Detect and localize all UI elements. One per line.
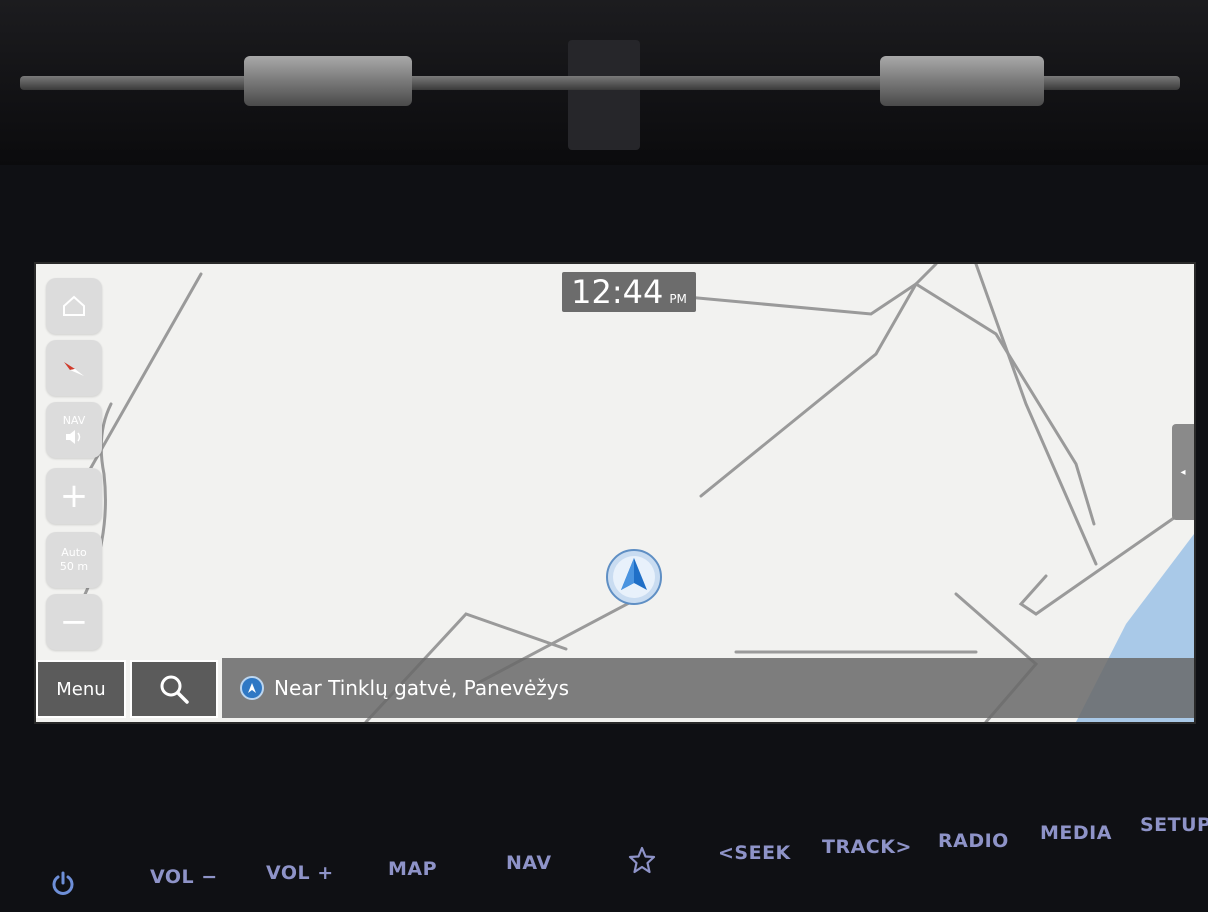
home-icon xyxy=(63,295,85,316)
road xyxy=(699,264,938,498)
zoom-in-label: + xyxy=(59,476,89,516)
star-icon[interactable] xyxy=(628,846,656,874)
menu-button[interactable]: Menu xyxy=(36,660,126,718)
power-icon[interactable] xyxy=(50,870,76,896)
zoom-level-display[interactable]: Auto 50 m xyxy=(46,532,102,588)
radio-key[interactable]: RADIO xyxy=(938,830,1009,852)
search-icon xyxy=(160,675,189,704)
dashboard-vent xyxy=(0,0,1208,165)
nav-key[interactable]: NAV xyxy=(506,852,552,874)
clock-time: 12:44 xyxy=(571,273,664,311)
vent-clip-right[interactable] xyxy=(880,56,1044,106)
media-key[interactable]: MEDIA xyxy=(1040,822,1112,844)
navigation-screen: 12:44 PM NAV + Auto 50 m − ◂ Menu Near T… xyxy=(34,262,1196,724)
zoom-scale-label: 50 m xyxy=(59,560,89,573)
compass-button[interactable] xyxy=(46,340,102,396)
side-panel-toggle[interactable]: ◂ xyxy=(1172,424,1194,520)
nav-volume-label: NAV xyxy=(62,414,86,427)
nav-volume-button[interactable]: NAV xyxy=(46,402,102,458)
vent-center-mount xyxy=(568,40,640,150)
chevron-left-icon: ◂ xyxy=(1180,466,1186,478)
search-button[interactable] xyxy=(130,660,218,718)
location-arrow-icon xyxy=(240,676,264,700)
vol-up-key[interactable]: VOL + xyxy=(266,862,334,884)
vent-clip-left[interactable] xyxy=(244,56,412,106)
current-location-bar[interactable]: Near Tinklų gatvė, Panevėžys xyxy=(222,658,1194,718)
track-key[interactable]: TRACK> xyxy=(822,836,912,858)
map-key[interactable]: MAP xyxy=(388,858,437,880)
clock-display: 12:44 PM xyxy=(562,272,696,312)
zoom-in-button[interactable]: + xyxy=(46,468,102,524)
hard-key-panel: VOL − VOL + MAP NAV <SEEK TRACK> RADIO M… xyxy=(0,790,1208,912)
seek-key[interactable]: <SEEK xyxy=(718,842,791,864)
setup-key[interactable]: SETUP xyxy=(1140,814,1208,836)
road xyxy=(674,282,918,316)
zoom-out-label: − xyxy=(59,602,89,642)
road xyxy=(914,282,1096,526)
speaker-icon xyxy=(66,430,81,444)
vol-down-key[interactable]: VOL − xyxy=(150,866,218,888)
home-button[interactable] xyxy=(46,278,102,334)
current-location-text: Near Tinklų gatvė, Panevėžys xyxy=(274,676,570,700)
vehicle-position-icon xyxy=(606,549,662,605)
road xyxy=(974,264,1098,566)
bottom-bar: Menu Near Tinklų gatvė, Panevėžys xyxy=(36,636,1194,722)
compass-icon xyxy=(64,362,84,376)
zoom-auto-label: Auto xyxy=(61,546,87,559)
clock-ampm: PM xyxy=(669,292,687,306)
